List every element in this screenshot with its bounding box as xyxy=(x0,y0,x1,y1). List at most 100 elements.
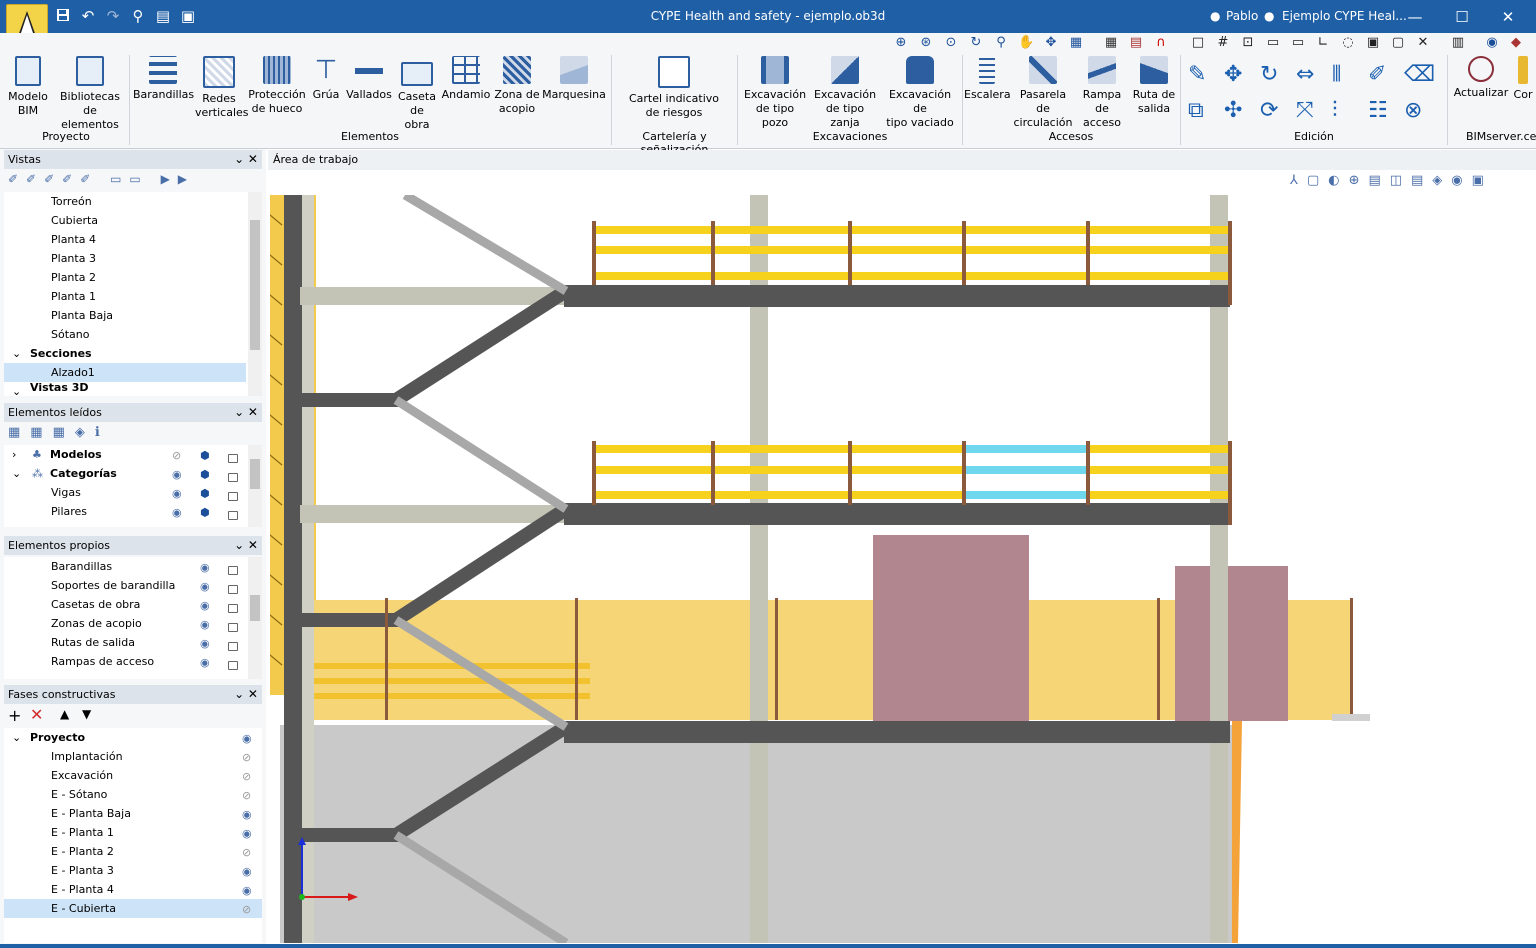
select-box-icon[interactable]: □ xyxy=(1190,35,1206,51)
eye-icon[interactable]: ◉ xyxy=(242,732,252,745)
hidden-eye-icon[interactable]: ⊘ xyxy=(242,770,251,783)
comment-icon[interactable]: ▢ xyxy=(1390,35,1406,51)
pan-icon[interactable]: ✋ xyxy=(1018,35,1034,51)
eye-icon[interactable]: ◉ xyxy=(200,599,210,612)
proteccion-hueco-button[interactable]: Protección de hueco xyxy=(246,56,308,116)
globe-icon[interactable]: ◉ xyxy=(1484,35,1500,51)
marquesina-button[interactable]: Marquesina xyxy=(542,56,606,102)
tree-item[interactable]: Planta Baja xyxy=(51,306,113,325)
tree-group-vistas3d[interactable]: Vistas 3D xyxy=(30,382,88,396)
lock-icon[interactable] xyxy=(228,454,238,463)
zona-acopio-button[interactable]: Zona de acopio xyxy=(494,56,540,116)
redes-verticales-button[interactable]: Redes verticales xyxy=(195,56,249,120)
lock-icon[interactable] xyxy=(228,661,238,670)
lock-icon[interactable] xyxy=(228,492,238,501)
lock-icon[interactable] xyxy=(228,642,238,651)
propios-panel-controls[interactable]: ⌄ ✕ xyxy=(234,536,258,555)
keyboard-icon[interactable]: ▭ xyxy=(1265,35,1281,51)
excavacion-pozo-button[interactable]: Excavación de tipo pozo xyxy=(741,56,809,130)
zoom-all-icon[interactable]: ⊙ xyxy=(943,35,959,51)
eye-icon[interactable]: ◉ xyxy=(242,827,252,840)
snap-magnet-icon[interactable]: ∩ xyxy=(1153,35,1169,51)
expand-chevron-icon[interactable]: ⌄ xyxy=(12,382,21,396)
vistas-toolbar[interactable]: ✐✐✐✐✐ ▭▭ ▶▶ xyxy=(8,172,248,190)
pasarela-button[interactable]: Pasarela de circulación xyxy=(1012,56,1074,130)
phase-item-selected[interactable]: E - Cubierta xyxy=(4,899,262,918)
list-item[interactable]: Rampas de acceso xyxy=(51,652,154,671)
cube-icon[interactable]: ⬢ xyxy=(200,487,210,500)
phase-item[interactable]: Implantación xyxy=(51,747,123,766)
tree-item[interactable]: Sótano xyxy=(51,325,89,344)
tree-group-secciones[interactable]: Secciones xyxy=(30,344,92,363)
properties-icon[interactable]: ☷ xyxy=(1368,94,1388,128)
list-item[interactable]: Zonas de acopio xyxy=(51,614,142,633)
tree-item[interactable]: Planta 3 xyxy=(51,249,96,268)
excavacion-zanja-button[interactable]: Excavación de tipo zanja xyxy=(811,56,879,130)
align-icon[interactable]: ⤧ xyxy=(1296,94,1314,128)
vistas-scrollbar[interactable] xyxy=(248,192,262,396)
mirror-icon[interactable]: ⫴ xyxy=(1332,58,1341,92)
excavacion-vaciado-button[interactable]: Excavación de tipo vaciado xyxy=(881,56,959,130)
3d-viewport[interactable] xyxy=(270,195,1532,943)
phase-item[interactable]: E - Planta 4 xyxy=(51,880,114,899)
tools-icon[interactable]: ✕ xyxy=(1415,35,1431,51)
move-icon[interactable]: ✥ xyxy=(1224,58,1242,92)
propios-scrollbar[interactable] xyxy=(248,557,262,679)
view-icon[interactable]: ▦ xyxy=(1068,35,1084,51)
vistas-panel-controls[interactable]: ⌄ ✕ xyxy=(234,150,258,169)
expand-chevron-icon[interactable]: ⌄ xyxy=(12,344,21,363)
caseta-obra-button[interactable]: Caseta de obra xyxy=(396,56,438,132)
copy-icon[interactable]: ⧉ xyxy=(1188,94,1204,128)
add-phase-icon[interactable]: + xyxy=(8,706,21,725)
vallados-button[interactable]: Vallados xyxy=(345,56,393,102)
barandillas-button[interactable]: Barandillas xyxy=(133,56,194,102)
eraser-icon[interactable]: ⌫ xyxy=(1404,58,1435,92)
eye-icon[interactable]: ◉ xyxy=(172,468,182,481)
list-item[interactable]: Casetas de obra xyxy=(51,595,140,614)
actualizar-button[interactable]: Actualizar xyxy=(1452,56,1510,100)
tree-item-selected[interactable]: Alzado1 xyxy=(4,363,246,382)
zoom-icon[interactable]: ⚲ xyxy=(993,35,1009,51)
phase-item[interactable]: E - Sótano xyxy=(51,785,107,804)
orbit-icon[interactable]: ✥ xyxy=(1043,35,1059,51)
refresh-icon[interactable]: ↻ xyxy=(968,35,984,51)
phase-item[interactable]: E - Planta 3 xyxy=(51,861,114,880)
rotate-icon[interactable]: ↻ xyxy=(1260,58,1278,92)
modelo-bim-button[interactable]: Modelo BIM xyxy=(4,56,52,118)
hidden-eye-icon[interactable]: ⊘ xyxy=(242,903,251,916)
calendar-icon[interactable]: ▣ xyxy=(1365,35,1381,51)
mirror-copy-icon[interactable]: ⫶ xyxy=(1332,94,1338,128)
hidden-eye-icon[interactable]: ⊘ xyxy=(242,846,251,859)
expand-chevron-icon[interactable]: ⌄ xyxy=(12,728,21,747)
lock-icon[interactable] xyxy=(228,473,238,482)
user-name[interactable]: Pablo xyxy=(1226,9,1258,23)
tree-group-categorias[interactable]: Categorías xyxy=(50,464,117,483)
hidden-eye-icon[interactable]: ⊘ xyxy=(242,751,251,764)
tree-item[interactable]: Cubierta xyxy=(51,211,98,230)
snap-point-icon[interactable]: ⊡ xyxy=(1240,35,1256,51)
tree-item[interactable]: Planta 2 xyxy=(51,268,96,287)
cube-icon[interactable]: ⬢ xyxy=(200,468,210,481)
tree-group-modelos[interactable]: Modelos xyxy=(50,445,102,464)
phase-item[interactable]: E - Planta 1 xyxy=(51,823,114,842)
maximize-button[interactable]: ☐ xyxy=(1442,6,1482,28)
eye-icon[interactable]: ◉ xyxy=(172,506,182,519)
lock-icon[interactable] xyxy=(228,511,238,520)
close-button[interactable]: ✕ xyxy=(1488,6,1528,28)
list-item[interactable]: Rutas de salida xyxy=(51,633,135,652)
lock-icon[interactable] xyxy=(228,623,238,632)
fases-panel-controls[interactable]: ⌄ ✕ xyxy=(234,685,258,704)
lock-icon[interactable] xyxy=(228,566,238,575)
andamio-button[interactable]: Andamio xyxy=(440,56,492,102)
lock-icon[interactable] xyxy=(228,585,238,594)
tree-group-proyecto[interactable]: Proyecto xyxy=(30,728,85,747)
grid-icon[interactable]: # xyxy=(1215,35,1231,51)
phase-item[interactable]: Excavación xyxy=(51,766,113,785)
circle-icon[interactable]: ◌ xyxy=(1340,35,1356,51)
list-item[interactable]: Barandillas xyxy=(51,557,112,576)
eye-icon[interactable]: ◉ xyxy=(200,561,210,574)
eye-icon[interactable]: ◉ xyxy=(200,637,210,650)
cor-button[interactable]: Cor xyxy=(1510,56,1536,102)
project-name[interactable]: Ejemplo CYPE Heal... xyxy=(1282,9,1407,23)
layers-icon[interactable]: ▤ xyxy=(1128,35,1144,51)
